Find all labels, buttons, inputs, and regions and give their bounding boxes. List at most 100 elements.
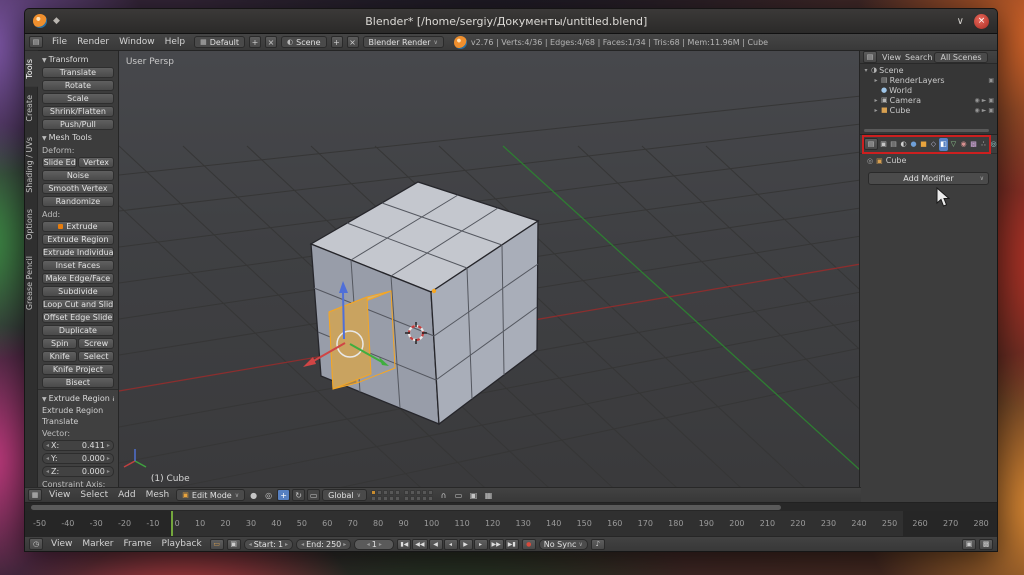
tool-button-push-pull[interactable]: Push/Pull [42, 119, 114, 130]
tool-button-screw[interactable]: Screw [78, 338, 113, 349]
vector-z-field[interactable]: ◂Z:0.000▸ [42, 466, 114, 477]
render-icon[interactable]: ▣ [988, 97, 994, 104]
mesh-tools-section-header[interactable]: ▼Mesh Tools [42, 133, 114, 142]
timeline-ruler[interactable]: -50-40-30-20-100102030405060708090100110… [25, 511, 997, 536]
screen-layout-selector[interactable]: ▦ Default [194, 36, 245, 48]
keying-set-icon[interactable]: ▣ [962, 539, 976, 550]
delete-scene-button[interactable]: × [347, 36, 359, 48]
layer-dot[interactable] [410, 490, 415, 495]
tool-button-select[interactable]: Select [78, 351, 113, 362]
layer-dot[interactable] [371, 496, 376, 501]
timeline-menu-frame[interactable]: Frame [118, 539, 156, 549]
jump-to-next-keyframe-button[interactable]: ▶▶ [489, 539, 504, 550]
layer-dot[interactable] [422, 496, 427, 501]
properties-tab-constraints[interactable]: ◇ [929, 138, 938, 151]
layer-dot[interactable] [422, 490, 427, 495]
current-frame-marker[interactable] [171, 511, 173, 536]
audio-mute-icon[interactable]: ♪ [591, 539, 605, 550]
layer-dot[interactable] [389, 496, 394, 501]
layer-dot[interactable] [404, 490, 409, 495]
tool-button-noise[interactable]: Noise [42, 170, 114, 181]
tool-button-smooth-vertex[interactable]: Smooth Vertex [42, 183, 114, 194]
jump-to-start-button[interactable]: ▮◀ [397, 539, 411, 550]
layer-grid[interactable] [404, 490, 433, 501]
pin-icon[interactable]: ◎ [867, 157, 873, 165]
decrement-arrow-icon[interactable]: ◂ [367, 541, 370, 548]
outliner-item-scene[interactable]: ▾◑Scene [860, 65, 997, 75]
add-scene-button[interactable]: + [331, 36, 343, 48]
properties-tab-texture[interactable]: ▩ [969, 138, 978, 151]
viewport-menu-view[interactable]: View [44, 490, 75, 500]
layer-dot[interactable] [416, 490, 421, 495]
delete-layout-button[interactable]: × [265, 36, 277, 48]
keyframe-insert-icon[interactable]: ▩ [979, 539, 993, 550]
close-button[interactable]: × [974, 14, 989, 29]
record-button[interactable]: ● [522, 539, 536, 550]
lock-icon[interactable]: ▣ [227, 539, 241, 550]
sync-dropdown[interactable]: No Sync ∨ [539, 539, 588, 550]
decrement-arrow-icon[interactable]: ◂ [46, 442, 49, 449]
properties-tab-data[interactable]: ▽ [949, 138, 958, 151]
outliner-editor-type-icon[interactable]: ▤ [863, 51, 877, 63]
manipulator-translate-icon[interactable]: + [277, 489, 290, 501]
properties-tab-modifiers[interactable]: ◧ [939, 138, 948, 151]
decrement-arrow-icon[interactable]: ◂ [46, 455, 49, 462]
current-frame-field[interactable]: ◂ 1 ▸ [354, 539, 394, 550]
add-layout-button[interactable]: + [249, 36, 261, 48]
layer-dot[interactable] [404, 496, 409, 501]
outliner-item-camera[interactable]: ▸▣Camera◉►▣ [860, 95, 997, 105]
eye-icon[interactable]: ◉ [974, 97, 979, 104]
layer-grid[interactable] [371, 490, 400, 501]
layer-dot[interactable] [410, 496, 415, 501]
timeline-editor-type-icon[interactable]: ◷ [29, 538, 43, 550]
layer-dot[interactable] [383, 490, 388, 495]
tool-button-knife-project[interactable]: Knife Project [42, 364, 114, 375]
jump-to-prev-keyframe-button[interactable]: ◀◀ [412, 539, 427, 550]
layer-dot[interactable] [389, 490, 394, 495]
frame-back-button[interactable]: ◂ [444, 539, 458, 550]
tool-button-vertex[interactable]: Vertex [78, 157, 113, 168]
tool-button-inset-faces[interactable]: Inset Faces [42, 260, 114, 271]
tool-button-extrude-region[interactable]: Extrude Region [42, 234, 114, 245]
properties-tab-particles[interactable]: ∴ [979, 138, 988, 151]
timeline[interactable]: -50-40-30-20-100102030405060708090100110… [25, 502, 997, 536]
play-reverse-button[interactable]: ◀ [429, 539, 443, 550]
render-opengl-icon[interactable]: ▣ [467, 489, 480, 501]
tool-button-offset-edge-slide[interactable]: Offset Edge Slide [42, 312, 114, 323]
pin-icon[interactable]: ◆ [53, 16, 60, 26]
increment-arrow-icon[interactable]: ▸ [107, 468, 110, 475]
pointer-icon[interactable]: ► [982, 97, 987, 104]
viewport-menu-add[interactable]: Add [113, 490, 140, 500]
window-titlebar[interactable]: ◆ Blender* [/home/sergiy/Документы/untit… [24, 8, 998, 34]
outliner-scrollbar[interactable] [864, 129, 989, 132]
viewport-3d[interactable]: User Persp (1) Cube [119, 51, 859, 487]
decrement-arrow-icon[interactable]: ◂ [301, 541, 304, 548]
add-modifier-dropdown[interactable]: Add Modifier ∨ [868, 172, 989, 185]
timeline-menu-view[interactable]: View [46, 539, 77, 549]
operator-panel-header[interactable]: ▼Extrude Region and [42, 394, 114, 403]
layer-dot[interactable] [428, 490, 433, 495]
layer-dot[interactable] [377, 490, 382, 495]
tool-button-randomize[interactable]: Randomize [42, 196, 114, 207]
snap-element-icon[interactable]: ▭ [452, 489, 465, 501]
expander-icon[interactable]: ▸ [873, 77, 879, 84]
timeline-menu-marker[interactable]: Marker [77, 539, 118, 549]
mode-dropdown[interactable]: ▣ Edit Mode ∨ [176, 489, 245, 501]
tool-button-loop-cut-and-slide[interactable]: Loop Cut and Slide [42, 299, 114, 310]
layer-dot[interactable] [428, 496, 433, 501]
viewport-shading-icon[interactable]: ● [247, 489, 260, 501]
shelf-tab-tools[interactable]: Tools [25, 51, 38, 87]
increment-arrow-icon[interactable]: ▸ [343, 541, 346, 548]
transform-section-header[interactable]: ▼Transform [42, 55, 114, 64]
layer-dot[interactable] [383, 496, 388, 501]
pivot-center-icon[interactable]: ◎ [262, 489, 275, 501]
end-frame-field[interactable]: ◂ End: 250 ▸ [296, 539, 351, 550]
vector-y-field[interactable]: ◂Y:0.000▸ [42, 453, 114, 464]
outliner-item-world[interactable]: ●World [860, 85, 997, 95]
tool-button-duplicate[interactable]: Duplicate [42, 325, 114, 336]
timeline-menu-playback[interactable]: Playback [157, 539, 207, 549]
tool-button-shrink-flatten[interactable]: Shrink/Flatten [42, 106, 114, 117]
render-icon[interactable]: ▣ [988, 107, 994, 114]
increment-arrow-icon[interactable]: ▸ [107, 455, 110, 462]
tool-button-extrude-individual[interactable]: Extrude Individual [42, 247, 114, 258]
